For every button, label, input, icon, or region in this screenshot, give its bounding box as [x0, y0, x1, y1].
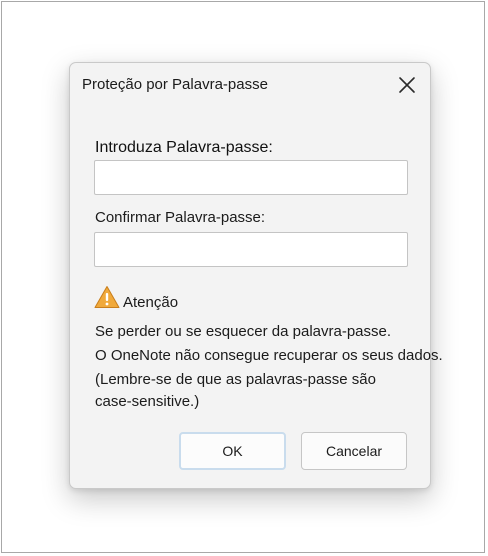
- ok-button[interactable]: OK: [179, 432, 286, 470]
- warning-line: case-sensitive.): [95, 393, 200, 410]
- warning-line: O OneNote não consegue recuperar os seus…: [95, 347, 443, 364]
- password-protection-dialog: Proteção por Palavra-passe Introduza Pal…: [69, 62, 443, 489]
- dialog-title: Proteção por Palavra-passe: [82, 76, 268, 93]
- close-icon: [399, 77, 415, 93]
- confirm-password-input[interactable]: [94, 232, 408, 267]
- close-button[interactable]: [390, 69, 424, 101]
- warning-title: Atenção: [123, 294, 179, 311]
- warning-triangle-icon: [94, 286, 120, 308]
- confirm-password-label: Confirmar Palavra-passe:: [95, 209, 266, 226]
- cancel-button[interactable]: Cancelar: [301, 432, 407, 470]
- window-frame: Proteção por Palavra-passe Introduza Pal…: [1, 1, 485, 553]
- password-label: Introduza Palavra-passe:: [95, 139, 273, 156]
- warning-line: Se perder ou se esquecer da palavra-pass…: [95, 323, 392, 340]
- password-input[interactable]: [94, 160, 408, 195]
- warning-line: (Lembre-se de que as palavras-passe são: [95, 371, 376, 388]
